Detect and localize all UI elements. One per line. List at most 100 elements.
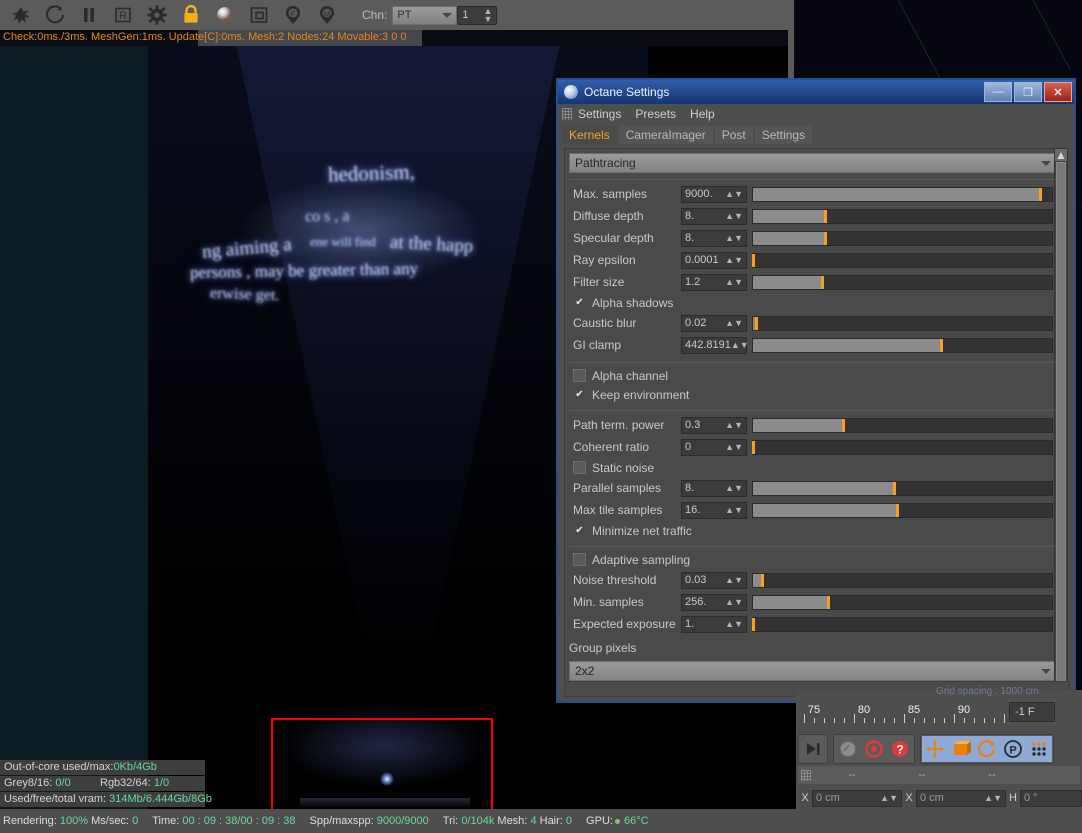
setting-slider[interactable] (752, 337, 1053, 353)
refresh-icon[interactable] (38, 1, 72, 29)
stepper-arrows-icon[interactable]: ▲▼ (725, 421, 743, 430)
rotate-tool-icon[interactable] (974, 736, 1000, 762)
close-button[interactable]: ✕ (1044, 82, 1072, 102)
maximize-button[interactable]: ❐ (1014, 82, 1042, 102)
stepper-arrows-icon[interactable]: ▲▼ (731, 341, 749, 350)
setting-slider[interactable] (752, 480, 1053, 496)
stepper-arrows-icon[interactable]: ▲▼ (725, 278, 743, 287)
checkbox-icon[interactable]: ✔ (573, 388, 586, 401)
tab-cameraimager[interactable]: CameraImager (618, 126, 713, 144)
setting-slider[interactable] (752, 616, 1053, 632)
setting-value-field[interactable]: 0.0001 ▲▼ (681, 251, 747, 269)
setting-slider[interactable] (752, 572, 1053, 588)
checkbox-icon[interactable] (573, 461, 586, 474)
region-selection-rectangle[interactable] (271, 718, 493, 809)
channel-select[interactable]: PT (392, 5, 458, 25)
move-tool-icon[interactable] (922, 736, 948, 762)
lock-icon[interactable] (174, 1, 208, 29)
setting-value-field[interactable]: 9000. ▲▼ (681, 185, 747, 203)
channel-index-stepper[interactable]: 1 ▲ ▼ (457, 5, 498, 25)
setting-value-field[interactable]: 1.2 ▲▼ (681, 273, 747, 291)
pause-icon[interactable] (72, 1, 106, 29)
setting-value-field[interactable]: 1. ▲▼ (681, 615, 747, 633)
stepper-arrows-icon[interactable]: ▲▼ (984, 794, 1002, 803)
menu-item-settings[interactable]: Settings (578, 107, 621, 121)
slider-handle[interactable] (760, 573, 764, 587)
slider-handle[interactable] (752, 440, 755, 454)
size-x-field[interactable]: 0 cm ▲▼ (916, 789, 1006, 807)
stepper-arrows-icon[interactable]: ▲▼ (725, 598, 743, 607)
stepper-arrows-icon[interactable]: ▲▼ (725, 484, 743, 493)
scrollbar-thumb[interactable] (1056, 162, 1066, 682)
setting-slider[interactable] (752, 252, 1053, 268)
parent-tool-icon[interactable]: P (1000, 736, 1026, 762)
panel-gripper-icon[interactable] (801, 769, 811, 781)
slider-handle[interactable] (820, 275, 824, 289)
octane-tabbar[interactable]: Kernels CameraImager Post Settings (558, 124, 1074, 144)
autokey-icon[interactable] (861, 736, 887, 762)
kernel-type-select[interactable]: Pathtracing (569, 153, 1057, 173)
slider-handle[interactable] (826, 595, 830, 609)
setting-slider[interactable] (752, 230, 1053, 246)
stepper-arrows-icon[interactable]: ▲▼ (725, 443, 743, 452)
scroll-up-arrow-icon[interactable]: ▲ (1055, 148, 1067, 162)
setting-value-field[interactable]: 0.3 ▲▼ (681, 416, 747, 434)
material-pin-icon[interactable]: M (310, 1, 344, 29)
tab-post[interactable]: Post (714, 126, 753, 144)
setting-checkbox-row[interactable]: ✔ Minimize net traffic (569, 521, 1057, 540)
focus-pin-icon[interactable]: F (276, 1, 310, 29)
slider-handle[interactable] (892, 481, 896, 495)
menu-item-presets[interactable]: Presets (635, 107, 676, 121)
axis-lock-grid-icon[interactable] (1026, 736, 1052, 762)
picture-in-picture-icon[interactable] (242, 1, 276, 29)
setting-value-field[interactable]: 0 ▲▼ (681, 438, 747, 456)
setting-checkbox-row[interactable]: Static noise (569, 458, 1057, 477)
setting-slider[interactable] (752, 315, 1053, 331)
stepper-arrows-icon[interactable]: ▲▼ (880, 794, 898, 803)
slider-handle[interactable] (1039, 187, 1043, 201)
setting-value-field[interactable]: 8. ▲▼ (681, 207, 747, 225)
slider-handle[interactable] (895, 503, 899, 517)
setting-slider[interactable] (752, 439, 1053, 455)
scale-tool-icon[interactable] (948, 736, 974, 762)
keyframe-help-icon[interactable]: ? (887, 736, 913, 762)
octane-titlebar[interactable]: Octane Settings — ❐ ✕ (558, 80, 1074, 104)
slider-handle[interactable] (823, 231, 827, 245)
record-keyframe-icon[interactable] (835, 736, 861, 762)
tab-kernels[interactable]: Kernels (562, 126, 617, 144)
slider-handle[interactable] (940, 338, 944, 352)
current-frame-field[interactable]: -1 F (1009, 702, 1055, 722)
checkbox-icon[interactable] (573, 369, 586, 382)
stepper-arrows-icon[interactable]: ▲▼ (725, 234, 743, 243)
setting-slider[interactable] (752, 186, 1053, 202)
render-live-icon[interactable] (4, 1, 38, 29)
slider-handle[interactable] (754, 316, 758, 330)
rotation-h-field[interactable]: 0 ° (1020, 789, 1082, 807)
stepper-arrows-icon[interactable]: ▲▼ (725, 256, 743, 265)
minimize-button[interactable]: — (984, 82, 1012, 102)
settings-gear-icon[interactable] (140, 1, 174, 29)
setting-slider[interactable] (752, 274, 1053, 290)
setting-slider[interactable] (752, 208, 1053, 224)
octane-scrollbar[interactable]: ▲ ▼ (1054, 148, 1068, 696)
render-viewport[interactable]: hedonism, co s , a ng aiming a at the happ e… (0, 46, 648, 809)
setting-slider[interactable] (752, 594, 1053, 610)
group-pixels-select[interactable]: 2x2 (569, 661, 1057, 681)
setting-value-field[interactable]: 16. ▲▼ (681, 501, 747, 519)
stepper-arrows-icon[interactable]: ▲▼ (725, 620, 743, 629)
octane-settings-window[interactable]: Octane Settings — ❐ ✕ Settings Presets H… (556, 78, 1076, 703)
setting-checkbox-row[interactable]: Adaptive sampling (569, 550, 1057, 569)
checkbox-icon[interactable] (573, 553, 586, 566)
checkbox-icon[interactable]: ✔ (573, 296, 586, 309)
material-sphere-icon[interactable] (208, 1, 242, 29)
stepper-arrows-icon[interactable]: ▲▼ (725, 212, 743, 221)
tab-settings[interactable]: Settings (754, 126, 813, 144)
setting-checkbox-row[interactable]: ✔ Keep environment (569, 385, 1057, 404)
goto-end-icon[interactable] (800, 736, 826, 762)
slider-handle[interactable] (752, 617, 755, 631)
setting-value-field[interactable]: 256. ▲▼ (681, 593, 747, 611)
setting-value-field[interactable]: 0.02 ▲▼ (681, 314, 747, 332)
stepper-arrows-icon[interactable]: ▲▼ (725, 576, 743, 585)
setting-slider[interactable] (752, 417, 1053, 433)
setting-value-field[interactable]: 442.8191 ▲▼ (681, 336, 749, 354)
